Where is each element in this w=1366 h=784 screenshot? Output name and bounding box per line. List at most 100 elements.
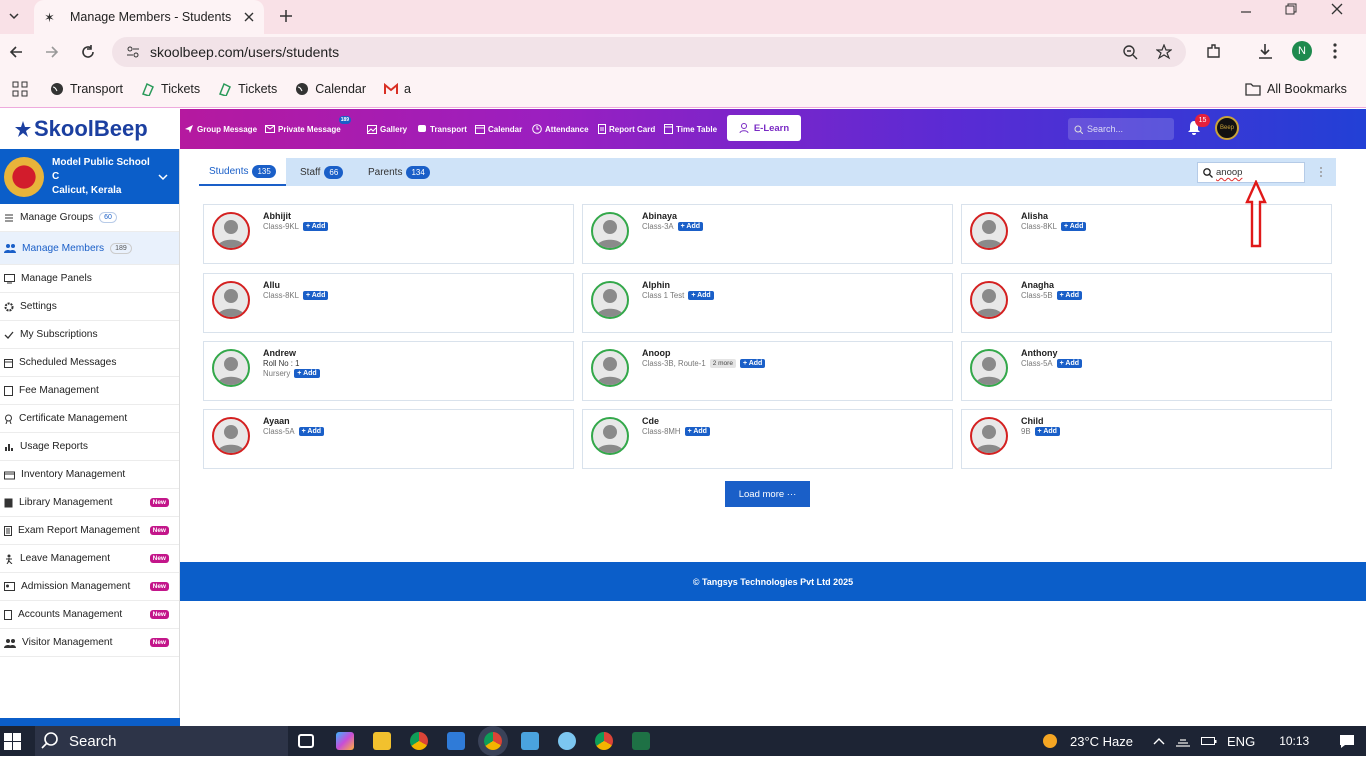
- notification-center-icon[interactable]: [1339, 734, 1355, 748]
- site-settings-icon[interactable]: [126, 45, 140, 59]
- sidebar-item-library-management[interactable]: Library Management New: [0, 489, 179, 517]
- weather-sun-icon[interactable]: [1040, 731, 1060, 751]
- back-icon[interactable]: [8, 44, 24, 60]
- chrome-icon[interactable]: [410, 732, 428, 750]
- chrome-profile-icon[interactable]: [595, 732, 613, 750]
- bookmark-tickets-1[interactable]: Tickets: [141, 82, 200, 96]
- sidebar-item-exam-report-management[interactable]: Exam Report Management New: [0, 517, 179, 545]
- elearn-button[interactable]: E-Learn: [727, 115, 801, 141]
- bookmark-gmail[interactable]: a: [384, 82, 411, 96]
- nav-report-card[interactable]: Report Card: [598, 109, 655, 149]
- nav-time-table[interactable]: Time Table: [664, 109, 717, 149]
- bookmark-star-icon[interactable]: [1156, 44, 1172, 60]
- nav-attendance[interactable]: Attendance: [532, 109, 589, 149]
- add-member-button[interactable]: + Add: [684, 427, 710, 436]
- nav-private-message[interactable]: Private Message 189: [265, 109, 353, 149]
- bookmark-tickets-2[interactable]: Tickets: [218, 82, 277, 96]
- sidebar-item-visitor-management[interactable]: Visitor Management New: [0, 629, 179, 657]
- add-member-button[interactable]: + Add: [302, 291, 329, 300]
- sidebar-item-certificate-management[interactable]: Certificate Management: [0, 405, 179, 433]
- store-icon[interactable]: [447, 732, 465, 750]
- chevron-up-icon[interactable]: [1153, 737, 1165, 745]
- reload-icon[interactable]: [80, 44, 96, 60]
- sidebar-item-my-subscriptions[interactable]: My Subscriptions: [0, 321, 179, 349]
- member-card[interactable]: Andrew Roll No : 1 Nursery + Add: [203, 341, 574, 401]
- member-card[interactable]: Anthony Class-5A + Add: [961, 341, 1332, 401]
- forward-icon[interactable]: [44, 44, 60, 60]
- task-view-icon[interactable]: [298, 734, 314, 748]
- nav-transport[interactable]: Transport: [417, 109, 467, 149]
- restore-icon[interactable]: [1285, 3, 1297, 21]
- member-card[interactable]: Child 9B + Add: [961, 409, 1332, 469]
- sidebar-item-manage-panels[interactable]: Manage Panels: [0, 265, 179, 293]
- sidebar-item-accounts-management[interactable]: Accounts Management New: [0, 601, 179, 629]
- notepad-icon[interactable]: [521, 732, 539, 750]
- add-member-button[interactable]: + Add: [688, 291, 714, 300]
- weather-text[interactable]: 23°C Haze: [1070, 734, 1133, 749]
- member-card[interactable]: Alphin Class 1 Test + Add: [582, 273, 953, 333]
- member-card[interactable]: Anoop Class-3B, Route-1 2 more + Add: [582, 341, 953, 401]
- add-member-button[interactable]: + Add: [294, 369, 320, 378]
- extensions-icon[interactable]: [1205, 43, 1222, 60]
- member-card[interactable]: Ayaan Class-5A + Add: [203, 409, 574, 469]
- skoolbeep-logo[interactable]: SkoolBeep: [0, 109, 180, 149]
- school-selector[interactable]: Model Public School C Calicut, Kerala: [0, 149, 179, 204]
- all-bookmarks[interactable]: All Bookmarks: [1245, 82, 1347, 96]
- sidebar-item-manage-members[interactable]: Manage Members 189: [0, 232, 179, 265]
- download-icon[interactable]: [1257, 43, 1274, 60]
- more-options-icon[interactable]: [1319, 166, 1323, 178]
- sidebar-item-fee-management[interactable]: Fee Management: [0, 377, 179, 405]
- member-card[interactable]: Cde Class-8MH + Add: [582, 409, 953, 469]
- sidebar-item-admission-management[interactable]: Admission Management New: [0, 573, 179, 601]
- add-member-button[interactable]: + Add: [298, 427, 325, 436]
- nav-gallery[interactable]: Gallery: [367, 109, 407, 149]
- bookmark-transport[interactable]: Transport: [50, 82, 123, 96]
- new-tab-icon[interactable]: [279, 9, 293, 23]
- add-member-button[interactable]: + Add: [1034, 427, 1060, 436]
- tab-list-chevron-icon[interactable]: [8, 10, 20, 22]
- nav-group-message[interactable]: Group Message: [184, 109, 257, 149]
- add-member-button[interactable]: + Add: [1056, 291, 1083, 300]
- add-member-button[interactable]: + Add: [1060, 222, 1087, 231]
- menu-kebab-icon[interactable]: [1332, 43, 1338, 59]
- member-card[interactable]: Anagha Class-5B + Add: [961, 273, 1332, 333]
- clock-time[interactable]: 10:13: [1279, 734, 1309, 748]
- member-card[interactable]: Abinaya Class-3A + Add: [582, 204, 953, 264]
- apps-grid-icon[interactable]: [12, 81, 28, 97]
- paint-icon[interactable]: [558, 732, 576, 750]
- tab-students[interactable]: Students 135: [199, 158, 286, 186]
- header-search-input[interactable]: Search...: [1068, 118, 1174, 140]
- file-explorer-icon[interactable]: [373, 732, 391, 750]
- zoom-icon[interactable]: [1123, 44, 1138, 60]
- add-member-button[interactable]: + Add: [677, 222, 704, 231]
- sidebar-item-inventory-management[interactable]: Inventory Management: [0, 461, 179, 489]
- sidebar-item-settings[interactable]: Settings: [0, 293, 179, 321]
- load-more-button[interactable]: Load more ···: [725, 481, 810, 507]
- more-groups-chip[interactable]: 2 more: [709, 359, 736, 368]
- browser-tab[interactable]: ✶ Manage Members - Students: [34, 0, 264, 34]
- sidebar-item-leave-management[interactable]: Leave Management New: [0, 545, 179, 573]
- tab-parents[interactable]: Parents 134: [368, 158, 430, 186]
- member-card[interactable]: Allu Class-8KL + Add: [203, 273, 574, 333]
- member-card[interactable]: Alisha Class-8KL + Add: [961, 204, 1332, 264]
- sidebar-item-manage-groups[interactable]: Manage Groups 60: [0, 204, 179, 232]
- address-bar[interactable]: skoolbeep.com/users/students: [112, 37, 1186, 67]
- sidebar-item-scheduled-messages[interactable]: Scheduled Messages: [0, 349, 179, 377]
- language-indicator[interactable]: ENG: [1227, 734, 1255, 749]
- add-member-button[interactable]: + Add: [1056, 359, 1083, 368]
- sidebar-item-usage-reports[interactable]: Usage Reports: [0, 433, 179, 461]
- windows-start-icon[interactable]: [4, 733, 21, 750]
- taskbar-search[interactable]: Search: [35, 726, 288, 756]
- bookmark-calendar[interactable]: Calendar: [295, 82, 366, 96]
- add-member-button[interactable]: + Add: [739, 359, 766, 368]
- profile-avatar[interactable]: N: [1292, 41, 1312, 61]
- add-member-button[interactable]: + Add: [302, 222, 329, 231]
- chevron-down-icon[interactable]: [158, 173, 168, 181]
- battery-icon[interactable]: [1201, 736, 1217, 746]
- close-tab-icon[interactable]: [244, 12, 254, 22]
- copilot-icon[interactable]: [336, 732, 354, 750]
- member-card[interactable]: Abhijit Class-9KL + Add: [203, 204, 574, 264]
- nav-calendar[interactable]: Calendar: [475, 109, 522, 149]
- user-avatar[interactable]: Beep: [1215, 116, 1239, 140]
- chrome-active-icon[interactable]: [484, 732, 502, 750]
